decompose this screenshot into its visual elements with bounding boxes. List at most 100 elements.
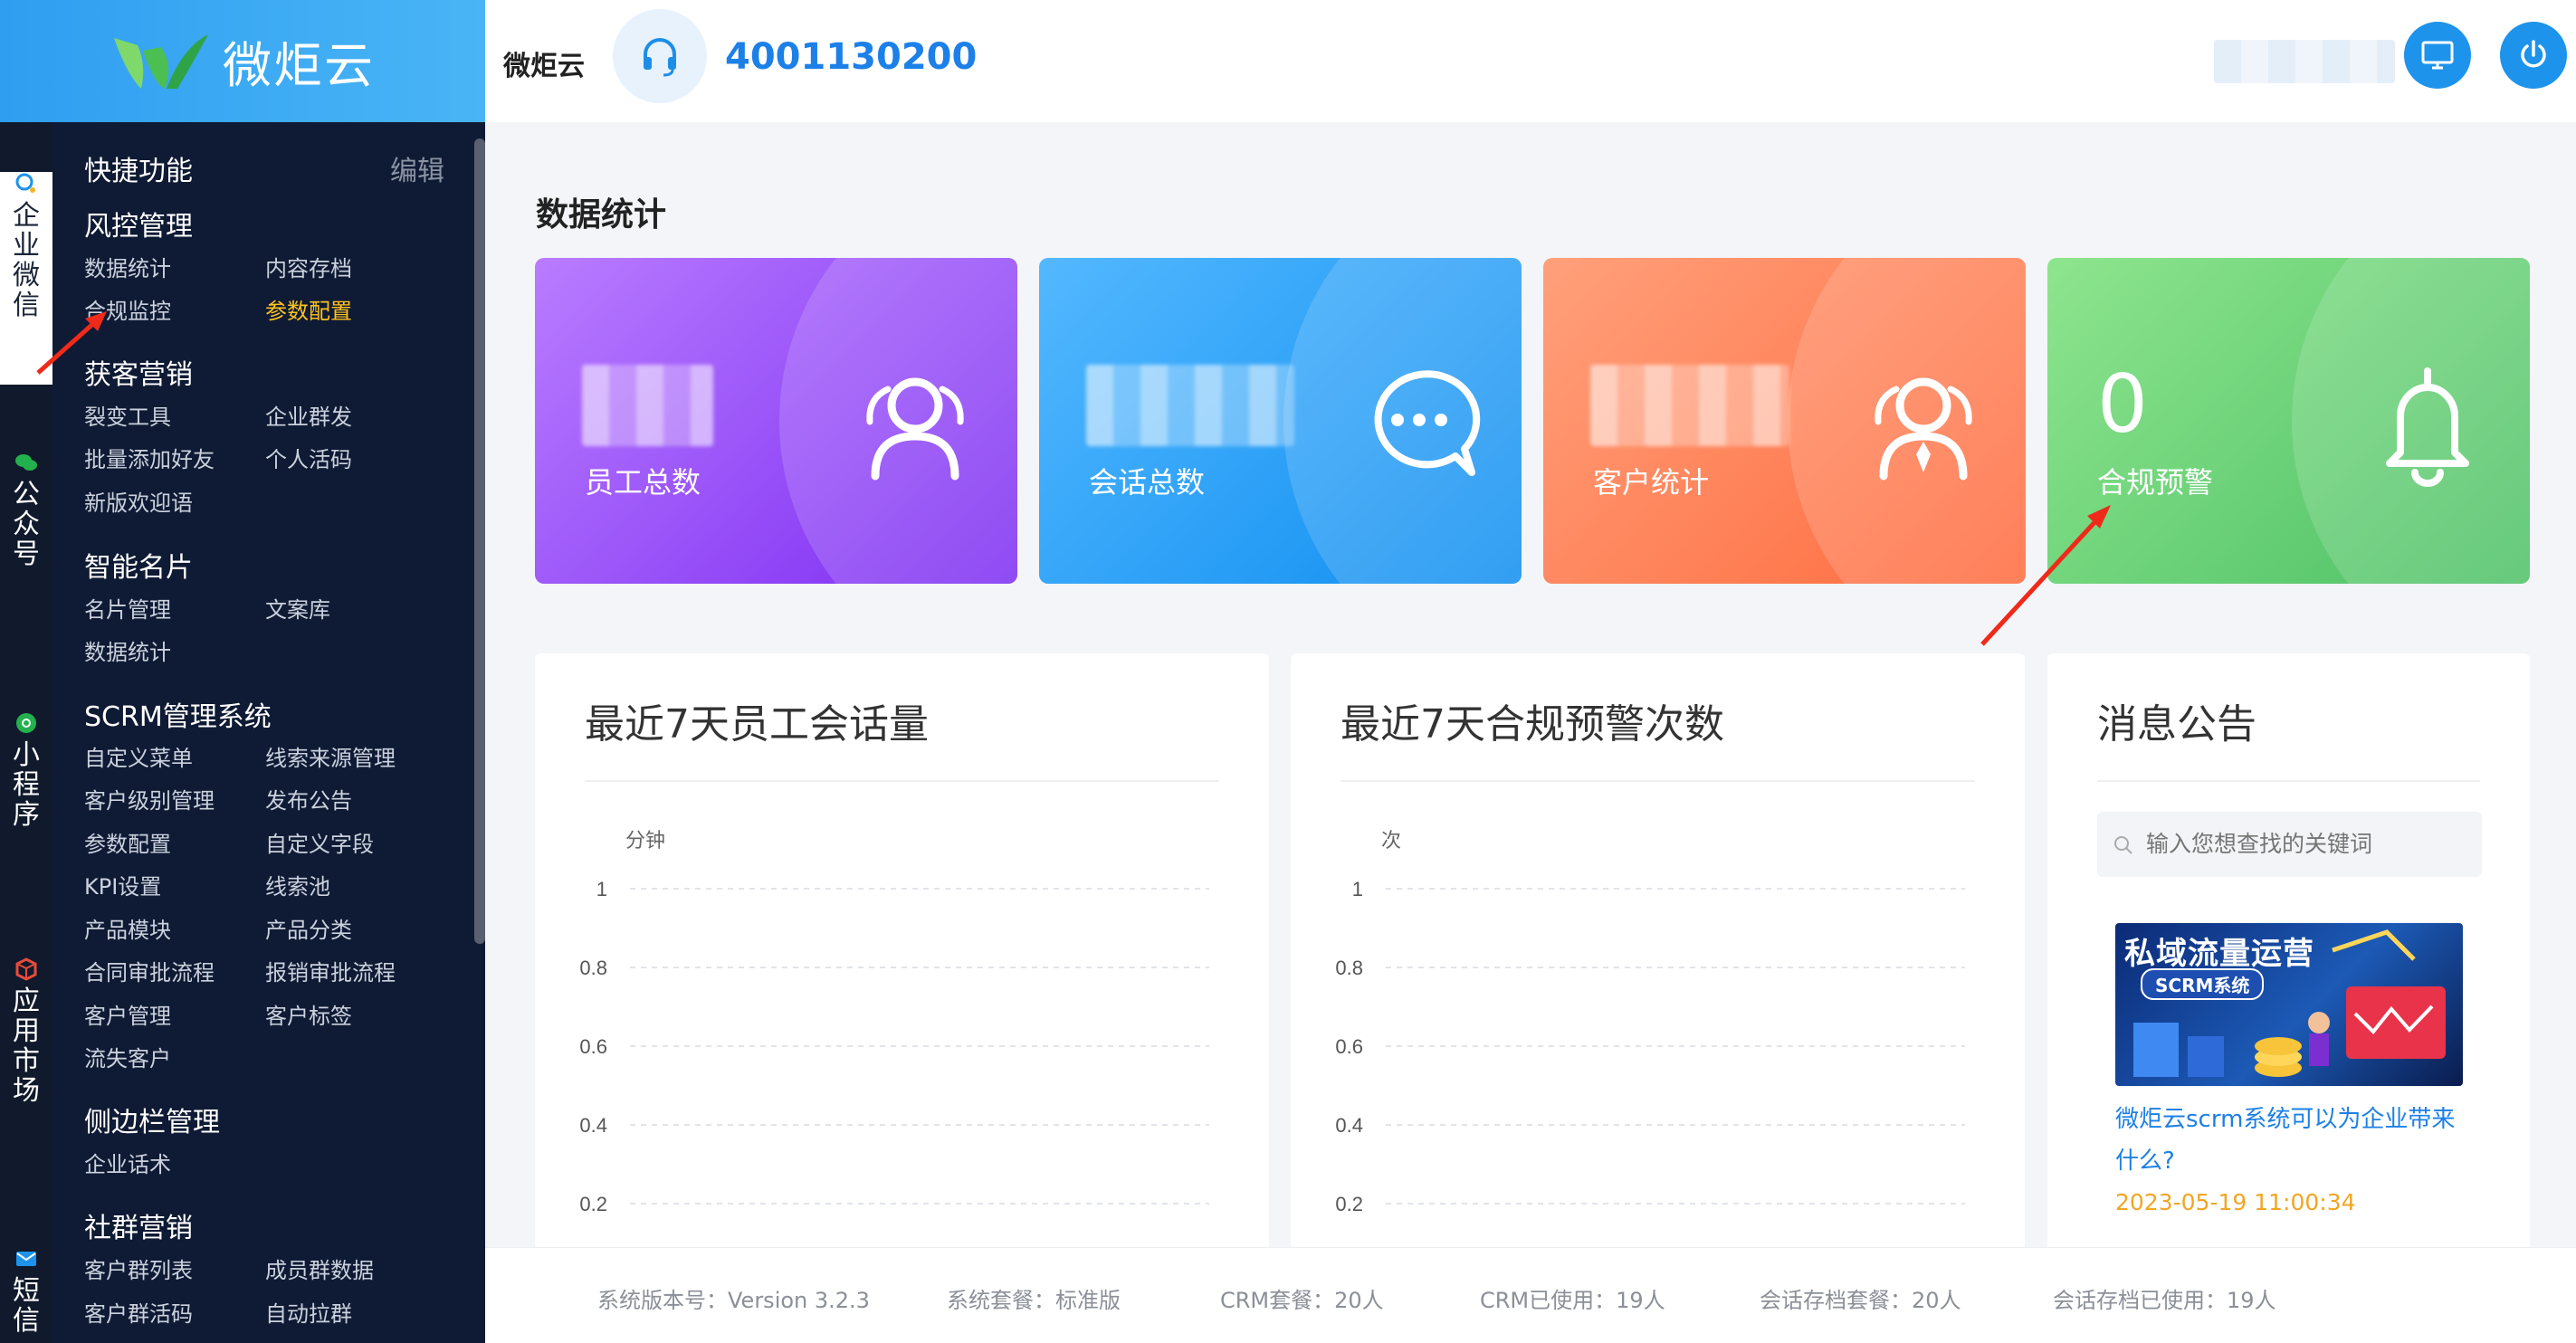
menu-item[interactable]: 新版欢迎语 xyxy=(84,485,193,517)
footer-crm-plan: CRM套餐：20人 xyxy=(1220,1288,1384,1313)
menu-item[interactable]: 自定义菜单 xyxy=(84,740,193,772)
footer-crm-used: CRM已使用：19人 xyxy=(1480,1288,1665,1313)
menu-item[interactable]: 线索来源管理 xyxy=(265,740,396,772)
menu-item-active[interactable]: 参数配置 xyxy=(265,293,352,325)
menu-item[interactable]: 企业群发 xyxy=(265,399,352,431)
rail-item-wecom[interactable]: 企业微信 xyxy=(0,172,52,385)
user-name-blurred[interactable] xyxy=(2214,40,2395,83)
sidebar-scrollbar[interactable] xyxy=(474,138,485,944)
header-brand: 微炬云 xyxy=(503,51,585,82)
logout-button[interactable] xyxy=(2500,22,2567,89)
stat-card-employees[interactable]: 员工总数 xyxy=(535,258,1017,584)
menu-item[interactable]: 自定义字段 xyxy=(265,826,374,858)
menu-item[interactable]: 线索池 xyxy=(265,869,330,900)
chart-panel-compliance: 最近7天合规预警次数 次 1 0.8 0.6 0.4 0.2 xyxy=(1291,653,2025,1343)
headset-icon xyxy=(613,9,707,103)
y-tick-label: 0.4 xyxy=(579,1114,607,1137)
menu-item[interactable]: 客户群列表 xyxy=(84,1253,193,1284)
logo[interactable]: 微炬云 xyxy=(0,0,485,122)
menu-item[interactable]: 企业话术 xyxy=(84,1147,171,1178)
menu-item[interactable]: 数据统计 xyxy=(84,634,171,666)
menu-item[interactable]: 成员群数据 xyxy=(265,1253,374,1284)
y-tick-label: 0.2 xyxy=(1335,1193,1363,1215)
menu-item[interactable]: 内容存档 xyxy=(265,251,352,282)
menu-item[interactable]: 个人活码 xyxy=(265,442,352,473)
menu-group-title: 智能名片 xyxy=(84,552,193,584)
menu-item[interactable]: 名片管理 xyxy=(84,592,171,624)
chart-panel-sessions: 最近7天员工会话量 分钟 1 0.8 0.6 0.4 0.2 xyxy=(535,653,1269,1343)
rail-item-sms[interactable]: 短信 xyxy=(0,1247,52,1343)
menu-item[interactable]: 裂变工具 xyxy=(84,399,171,431)
blurred-value xyxy=(582,365,713,446)
menu-item[interactable]: KPI设置 xyxy=(84,869,161,900)
y-tick-label: 0.8 xyxy=(579,957,607,979)
menu-item[interactable]: 产品模块 xyxy=(84,912,171,944)
menu-item[interactable]: 数据统计 xyxy=(84,251,171,282)
rail-label: 企业微信 xyxy=(13,200,40,321)
y-tick-label: 0.6 xyxy=(1335,1035,1363,1058)
y-axis-unit-label: 分钟 xyxy=(625,829,665,852)
monitor-button[interactable] xyxy=(2404,22,2471,89)
card-label: 会话总数 xyxy=(1089,465,1206,500)
y-axis-unit-label: 次 xyxy=(1381,829,1401,852)
logo-icon xyxy=(114,33,208,89)
stat-card-compliance[interactable]: 0 合规预警 xyxy=(2047,258,2530,584)
app-rail: 企业微信 公众号 小程序 应用市场 短信 xyxy=(0,0,52,1343)
menu-item[interactable]: 客户级别管理 xyxy=(84,783,215,814)
news-image[interactable]: 私域流量运营 SCRM系统 xyxy=(2115,923,2463,1086)
menu-item[interactable]: 参数配置 xyxy=(84,826,171,858)
menu-group-title: 社群营销 xyxy=(84,1213,193,1244)
chart-sessions: 分钟 1 0.8 0.6 0.4 0.2 xyxy=(579,829,1209,1215)
news-panel: 消息公告 私域流量运营 SCRM系统 微炬云scrm系统可以为企业带来什么? 2… xyxy=(2047,653,2530,1343)
app-market-icon xyxy=(14,957,38,981)
menu-item[interactable]: 客户群活码 xyxy=(84,1296,193,1328)
power-icon xyxy=(2521,40,2546,68)
rail-item-official-account[interactable]: 公众号 xyxy=(0,451,52,586)
rail-label: 应用市场 xyxy=(13,986,40,1107)
chat-bubble-icon xyxy=(1374,370,1481,476)
panel-title: 消息公告 xyxy=(2097,701,2256,748)
y-tick-label: 0.6 xyxy=(579,1035,607,1058)
menu-item[interactable]: 发布公告 xyxy=(265,783,352,814)
rail-item-mini-program[interactable]: 小程序 xyxy=(0,711,52,847)
rail-label: 公众号 xyxy=(13,479,40,570)
wecom-icon xyxy=(14,172,38,195)
news-search-input[interactable] xyxy=(2097,812,2482,877)
menu-item[interactable]: 流失客户 xyxy=(84,1041,171,1072)
footer-archive-used: 会话存档已使用：19人 xyxy=(2053,1288,2276,1313)
y-tick-label: 0.2 xyxy=(579,1193,607,1215)
search-icon xyxy=(2114,836,2132,854)
card-label: 员工总数 xyxy=(585,465,701,500)
bell-icon xyxy=(2386,367,2469,487)
menu-group-title: 侧边栏管理 xyxy=(84,1107,220,1138)
stat-card-customers[interactable]: 客户统计 xyxy=(1543,258,2026,584)
menu-item[interactable]: 报销审批流程 xyxy=(265,955,396,986)
edit-button[interactable]: 编辑 xyxy=(390,148,444,188)
rail-item-app-market[interactable]: 应用市场 xyxy=(0,957,52,1129)
mini-program-icon xyxy=(14,711,38,735)
menu-item[interactable]: 自动拉群 xyxy=(265,1296,352,1328)
news-item-date: 2023-05-19 11:00:34 xyxy=(2115,1189,2356,1215)
support-phone[interactable]: 4001130200 xyxy=(725,36,977,78)
card-value: 0 xyxy=(2097,357,2148,451)
menu-item[interactable]: 批量添加好友 xyxy=(84,442,215,473)
menu-item[interactable]: 客户管理 xyxy=(84,998,171,1030)
stat-card-sessions[interactable]: 会话总数 xyxy=(1039,258,1522,584)
menu-item[interactable]: 客户标签 xyxy=(265,998,352,1030)
news-item-title[interactable]: 微炬云scrm系统可以为企业带来什么? xyxy=(2115,1099,2477,1182)
menu-item[interactable]: 合规监控 xyxy=(84,293,171,325)
sms-icon xyxy=(14,1247,38,1271)
menu-item[interactable]: 文案库 xyxy=(265,592,330,624)
menu-group-quick: 快捷功能 xyxy=(84,156,193,187)
menu-item[interactable]: 产品分类 xyxy=(265,912,352,944)
card-label: 合规预警 xyxy=(2097,465,2214,500)
blurred-value xyxy=(1590,365,1789,446)
footer-version: 系统版本号：Version 3.2.3 xyxy=(597,1288,870,1313)
menu-item[interactable]: 合同审批流程 xyxy=(84,955,215,986)
wechat-icon xyxy=(14,451,38,474)
footer-archive-plan: 会话存档套餐：20人 xyxy=(1760,1288,1961,1313)
rail-label: 小程序 xyxy=(13,739,40,831)
logo-text: 微炬云 xyxy=(223,37,375,94)
y-tick-label: 1 xyxy=(596,878,607,900)
menu-group-title: SCRM管理系统 xyxy=(84,701,272,733)
